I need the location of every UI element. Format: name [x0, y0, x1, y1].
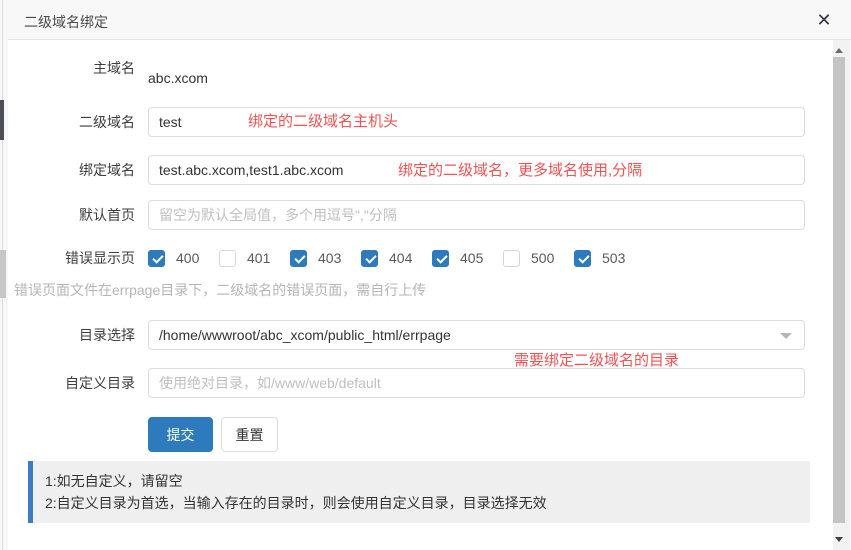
error-code-option: 405: [432, 250, 487, 267]
error-code-label: 404: [389, 250, 416, 266]
error-code-list: 400 401 403 404 405 500 503: [148, 247, 645, 269]
bind-domain-annotation: 绑定的二级域名，更多域名使用,分隔: [398, 161, 642, 181]
sub-domain-label: 二级域名: [8, 107, 135, 137]
error-code-option: 403: [290, 250, 345, 267]
error-pages-hint: 错误页面文件在errpage目录下，二级域名的错误页面，需自行上传: [14, 280, 426, 300]
error-code-label: 401: [247, 250, 274, 266]
custom-dir-input[interactable]: [148, 368, 805, 398]
checkbox-unchecked-icon[interactable]: [503, 250, 520, 267]
error-code-option: 503: [574, 250, 629, 267]
page-behind-content-fragment: [0, 100, 4, 140]
sub-domain-annotation: 绑定的二级域名主机头: [248, 112, 398, 132]
submit-button[interactable]: 提交: [148, 417, 213, 452]
notice-line-1: 1:如无自定义，请留空: [45, 470, 798, 492]
dir-select-label: 目录选择: [8, 320, 135, 350]
error-code-label: 405: [460, 250, 487, 266]
vertical-scrollbar[interactable]: [833, 40, 850, 550]
dialog-header: 二级域名绑定 ✕: [8, 0, 851, 40]
error-code-label: 503: [602, 250, 629, 266]
main-domain-value: abc.xcom: [148, 68, 208, 88]
notice-box: 1:如无自定义，请留空 2:自定义目录为首选，当输入存在的目录时，则会使用自定义…: [28, 461, 810, 523]
chevron-down-icon: [780, 333, 792, 339]
checkbox-checked-icon[interactable]: [361, 250, 378, 267]
custom-dir-label: 自定义目录: [8, 368, 135, 398]
checkbox-checked-icon[interactable]: [290, 250, 307, 267]
error-code-option: 400: [148, 250, 203, 267]
error-code-option: 500: [503, 250, 558, 267]
error-code-label: 403: [318, 250, 345, 266]
checkbox-unchecked-icon[interactable]: [219, 250, 236, 267]
dialog-title: 二级域名绑定: [24, 12, 108, 32]
default-index-input[interactable]: [148, 200, 805, 230]
error-code-label: 500: [531, 250, 558, 266]
checkbox-checked-icon[interactable]: [148, 250, 165, 267]
reset-button[interactable]: 重置: [221, 417, 278, 452]
scroll-up-arrow-icon[interactable]: [835, 48, 843, 53]
default-index-label: 默认首页: [8, 200, 135, 230]
page-behind-content-fragment-2: [0, 250, 6, 298]
sub-domain-input[interactable]: [148, 107, 805, 137]
error-code-option: 401: [219, 250, 274, 267]
directory-select-value: /home/wwwroot/abc_xcom/public_html/errpa…: [159, 327, 451, 343]
main-domain-label: 主域名: [8, 53, 135, 83]
page-behind-strip: [0, 0, 8, 550]
notice-line-2: 2:自定义目录为首选，当输入存在的目录时，则会使用自定义目录，目录选择无效: [45, 492, 798, 514]
bind-domain-label: 绑定域名: [8, 155, 135, 185]
checkbox-checked-icon[interactable]: [432, 250, 449, 267]
checkbox-checked-icon[interactable]: [574, 250, 591, 267]
scroll-down-arrow-icon[interactable]: [835, 537, 843, 542]
error-code-label: 400: [176, 250, 203, 266]
close-icon[interactable]: ✕: [812, 8, 836, 32]
directory-select[interactable]: /home/wwwroot/abc_xcom/public_html/errpa…: [148, 320, 805, 350]
subdomain-bind-dialog: 二级域名绑定 ✕ 主域名 abc.xcom 二级域名 绑定的二级域名主机头 绑定…: [8, 0, 851, 550]
error-code-option: 404: [361, 250, 416, 267]
error-pages-label: 错误显示页: [8, 243, 135, 273]
scrollbar-thumb[interactable]: [833, 57, 845, 523]
